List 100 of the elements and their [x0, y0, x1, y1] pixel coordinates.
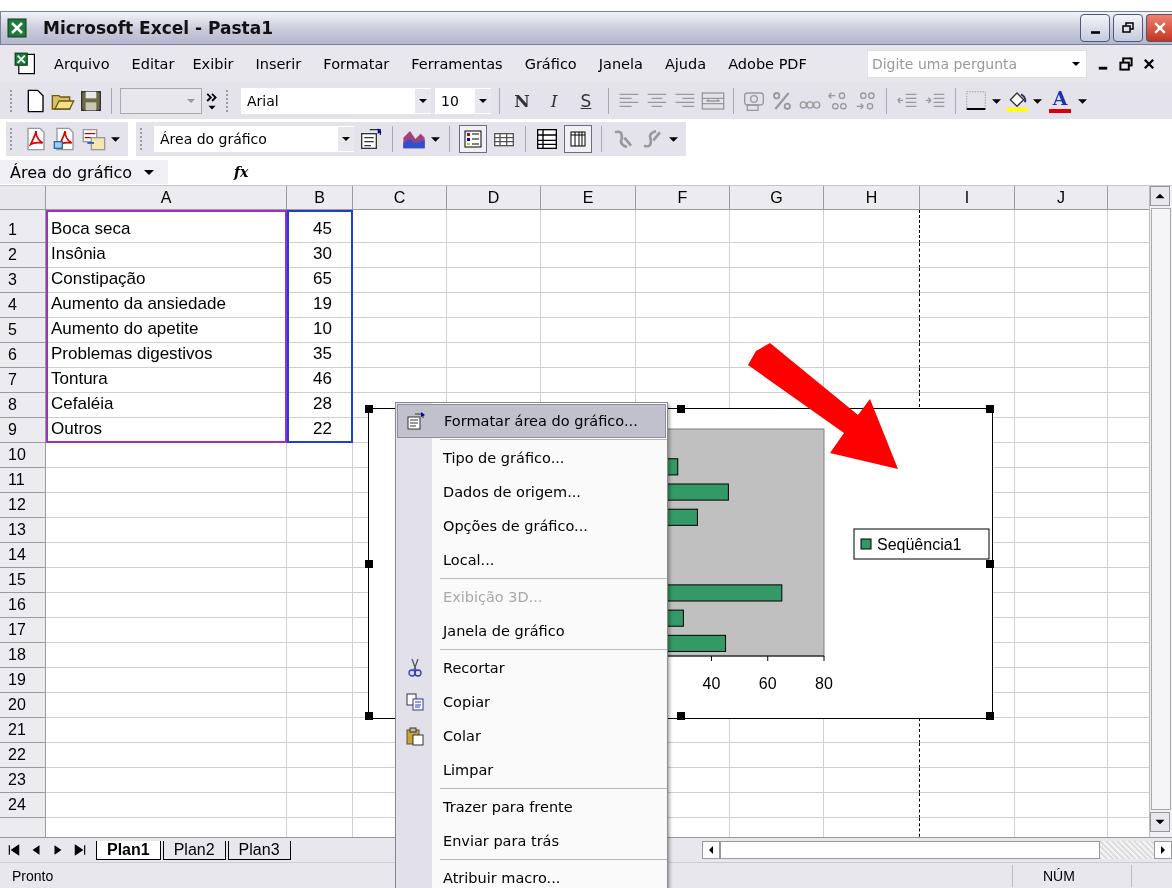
help-search-field[interactable]: Digite uma pergunta — [867, 55, 1066, 73]
scroll-down-icon[interactable] — [1150, 812, 1170, 832]
italic-button[interactable]: I — [540, 88, 568, 114]
menu-option[interactable]: Atribuir macro... — [396, 861, 667, 888]
scroll-right-icon[interactable] — [1154, 841, 1172, 859]
pdf-review-icon[interactable] — [82, 127, 106, 151]
save-icon[interactable] — [79, 89, 103, 113]
row-header[interactable]: 4 — [0, 293, 46, 318]
dropdown-arrow-icon[interactable] — [1033, 98, 1042, 104]
sheet-tab[interactable]: Plan3 — [227, 840, 291, 860]
close-workbook-icon[interactable] — [1141, 57, 1156, 71]
sheet-tab[interactable]: Plan2 — [162, 840, 226, 860]
menu-option[interactable]: Copiar — [396, 685, 667, 719]
dropdown-arrow-icon[interactable] — [431, 136, 440, 142]
resize-handle[interactable] — [986, 405, 994, 413]
menu-item[interactable]: Janela — [598, 56, 643, 72]
menu-item[interactable]: Inserir — [255, 56, 302, 72]
column-header[interactable]: D — [447, 186, 541, 210]
row-header[interactable]: 20 — [0, 693, 46, 718]
column-header[interactable]: G — [730, 186, 824, 210]
row-header[interactable]: 3 — [0, 268, 46, 293]
first-sheet-icon[interactable] — [6, 843, 22, 857]
menu-option[interactable]: Local... — [396, 543, 667, 577]
scroll-up-icon[interactable] — [1150, 186, 1170, 206]
resize-handle[interactable] — [677, 405, 685, 413]
row-header[interactable]: 1 — [0, 210, 46, 243]
menu-item[interactable]: Adobe PDF — [728, 56, 807, 72]
pdf-email-icon[interactable] — [53, 127, 77, 151]
column-header[interactable]: A — [46, 186, 287, 210]
resize-handle[interactable] — [986, 560, 994, 568]
row-header[interactable]: 13 — [0, 518, 46, 543]
row-header[interactable]: 8 — [0, 393, 46, 418]
dropdown-arrow-icon[interactable] — [1071, 62, 1080, 66]
last-sheet-icon[interactable] — [72, 843, 88, 857]
format-object-icon[interactable] — [359, 127, 383, 151]
row-header[interactable]: 24 — [0, 793, 46, 818]
restore-button[interactable] — [1113, 14, 1143, 42]
row-header[interactable]: 11 — [0, 468, 46, 493]
menu-option[interactable]: Colar — [396, 719, 667, 753]
merge-cells-icon[interactable] — [701, 89, 725, 113]
menu-item[interactable]: Formatar — [323, 56, 390, 72]
scroll-left-icon[interactable] — [702, 841, 720, 859]
menu-option[interactable]: Dados de origem... — [396, 475, 667, 509]
resize-handle[interactable] — [986, 712, 994, 720]
column-header[interactable]: C — [353, 186, 447, 210]
resize-handle[interactable] — [677, 712, 685, 720]
dropdown-arrow-icon[interactable] — [111, 136, 120, 142]
row-header[interactable]: 5 — [0, 318, 46, 343]
scroll-thumb[interactable] — [1151, 208, 1171, 810]
row-header[interactable]: 17 — [0, 618, 46, 643]
chart-objects-dropdown[interactable]: Área do gráfico — [154, 126, 354, 152]
pdf-icon[interactable] — [24, 127, 48, 151]
menu-option[interactable]: Recortar — [396, 651, 667, 685]
row-header[interactable]: 2 — [0, 243, 46, 268]
column-header[interactable]: J — [1015, 186, 1108, 210]
help-search-box[interactable]: Digite uma pergunta — [866, 50, 1087, 78]
row-header[interactable]: 6 — [0, 343, 46, 368]
font-dropdown[interactable]: Arial — [241, 88, 431, 114]
menu-option[interactable]: Formatar área do gráfico... — [397, 404, 666, 438]
column-header[interactable]: B — [287, 186, 353, 210]
row-header[interactable]: 15 — [0, 568, 46, 593]
row-header[interactable]: 12 — [0, 493, 46, 518]
by-row-icon[interactable] — [535, 127, 559, 151]
row-header[interactable]: 21 — [0, 718, 46, 743]
by-column-button[interactable] — [564, 125, 592, 153]
row-header[interactable]: 18 — [0, 643, 46, 668]
menu-option[interactable]: Enviar para trás — [396, 824, 667, 858]
menu-item[interactable]: Editar — [131, 56, 175, 72]
row-header[interactable]: 23 — [0, 768, 46, 793]
underline-button[interactable]: S — [572, 88, 600, 114]
menu-item[interactable]: Arquivo — [54, 56, 110, 72]
legend-toggle-button[interactable] — [459, 125, 487, 153]
menu-option[interactable]: Trazer para frente — [396, 790, 667, 824]
column-header[interactable]: H — [824, 186, 920, 210]
sheet-tab[interactable]: Plan1 — [96, 840, 161, 860]
row-header[interactable]: 19 — [0, 668, 46, 693]
menu-option[interactable]: Tipo de gráfico... — [396, 441, 667, 475]
row-header[interactable]: 14 — [0, 543, 46, 568]
insert-function-label[interactable]: fx — [234, 164, 249, 180]
font-color-button[interactable]: A — [1046, 87, 1074, 115]
column-header[interactable]: E — [541, 186, 636, 210]
dropdown-arrow-icon[interactable] — [1078, 98, 1087, 104]
resize-handle[interactable] — [365, 560, 373, 568]
menu-item[interactable]: Gráfico — [524, 56, 577, 72]
restore-workbook-icon[interactable] — [1118, 57, 1133, 71]
resize-handle[interactable] — [365, 405, 373, 413]
bold-button[interactable]: N — [508, 88, 536, 114]
menu-option[interactable]: Opções de gráfico... — [396, 509, 667, 543]
scroll-thumb[interactable] — [720, 841, 1100, 859]
row-header[interactable]: 10 — [0, 443, 46, 468]
row-header[interactable]: 9 — [0, 418, 46, 443]
font-size-dropdown[interactable]: 10 — [435, 88, 491, 114]
row-header[interactable]: 22 — [0, 743, 46, 768]
column-header[interactable]: F — [636, 186, 730, 210]
minimize-button[interactable] — [1080, 14, 1110, 42]
close-button[interactable] — [1146, 14, 1172, 42]
row-header[interactable]: 7 — [0, 368, 46, 393]
row-header[interactable]: 16 — [0, 593, 46, 618]
menu-item[interactable]: Ajuda — [664, 56, 707, 72]
borders-icon[interactable] — [964, 89, 988, 113]
